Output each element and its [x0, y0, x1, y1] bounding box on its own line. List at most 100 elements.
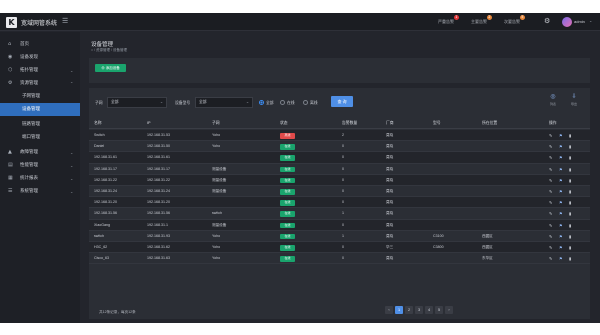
sidebar-item-5[interactable]: 设备管理	[0, 103, 80, 116]
edit-icon[interactable]: ✎	[549, 220, 552, 231]
table-row[interactable]: Switch 192.168.31.53 Yoho 离线 2 莫晓 ✎ ⚑ ▮	[89, 130, 590, 142]
table-row[interactable]: 192.168.31.17 192.168.31.17 测量设备 在线 0 莫晓 ✎ ⚑ ▮	[89, 163, 590, 175]
table-cell: 0	[342, 166, 344, 171]
delete-icon[interactable]: ▮	[569, 242, 571, 253]
next-page-button[interactable]: ›	[445, 306, 453, 314]
sidebar-item-label: 统计报表	[20, 176, 38, 181]
edit-icon[interactable]: ✎	[549, 130, 552, 141]
table-row[interactable]: switch 192.168.31.93 Yoho 在线 1 莫晓 C3100 西翼区 ✎ ⚑ ▮	[89, 230, 590, 242]
prev-page-button[interactable]: ‹	[385, 306, 393, 314]
sidebar-item-3[interactable]: ⚙ 资源管理 ⌃	[0, 77, 80, 90]
view-icon[interactable]: ⚑	[559, 186, 563, 197]
delete-icon[interactable]: ▮	[569, 141, 571, 152]
page-button[interactable]: 2	[405, 306, 413, 314]
edit-icon[interactable]: ✎	[549, 186, 552, 197]
sidebar-item-4[interactable]: 子网管理	[0, 90, 80, 103]
model-select[interactable]: 全部 ⌄	[195, 97, 253, 108]
edit-icon[interactable]: ✎	[549, 231, 552, 242]
view-icon[interactable]: ⚑	[559, 220, 563, 231]
delete-icon[interactable]: ▮	[569, 164, 571, 175]
delete-icon[interactable]: ▮	[569, 253, 571, 264]
sidebar-item-2[interactable]: ⬡ 拓扑管理 ⌄	[0, 64, 80, 77]
sidebar-item-8[interactable]: ▲ 故障管理 ⌄	[0, 146, 80, 159]
view-icon[interactable]: ⚑	[559, 242, 563, 253]
delete-icon[interactable]: ▮	[569, 186, 571, 197]
avatar[interactable]	[562, 17, 572, 27]
critical-alarm-link[interactable]: 严重告警 1	[438, 15, 459, 25]
delete-icon[interactable]: ▮	[569, 175, 571, 186]
sidebar-item-10[interactable]: ▦ 统计报表 ⌄	[0, 172, 80, 185]
sidebar-item-6[interactable]: 链路管理	[0, 118, 80, 131]
minor-alarm-link[interactable]: 次要告警 5	[504, 15, 525, 25]
column-header[interactable]: IP	[147, 118, 151, 129]
delete-icon[interactable]: ▮	[569, 231, 571, 242]
menu-toggle-icon[interactable]: ☰	[62, 17, 68, 25]
column-header[interactable]: 型号	[433, 118, 441, 129]
column-header[interactable]: 名称	[94, 118, 102, 129]
table-row[interactable]: XiaoGang 192.168.31.1 测量设备 在线 0 莫晓 ✎ ⚑ ▮	[89, 219, 590, 231]
delete-icon[interactable]: ▮	[569, 220, 571, 231]
view-icon[interactable]: ⚑	[559, 197, 563, 208]
radio-offline[interactable]	[303, 100, 308, 105]
view-icon[interactable]: ⚑	[559, 130, 563, 141]
major-alarm-link[interactable]: 主要告警 2	[471, 15, 492, 25]
column-header[interactable]: 告警数量	[342, 118, 357, 129]
view-icon[interactable]: ⚑	[559, 152, 563, 163]
column-header[interactable]: 所在位置	[482, 118, 497, 129]
table-row[interactable]: H3C_62 192.168.31.62 Yoho 在线 0 华三 C3800 西翼区 ✎ ⚑ ▮	[89, 242, 590, 254]
page-button[interactable]: 3	[415, 306, 423, 314]
sidebar-item-7[interactable]: 端口管理	[0, 131, 80, 144]
table-row[interactable]: 192.168.31.20 192.168.31.20 在线 0 莫晓 ✎ ⚑ ▮	[89, 197, 590, 209]
page-button[interactable]: 1	[395, 306, 403, 314]
edit-icon[interactable]: ✎	[549, 242, 552, 253]
table-row[interactable]: 192.168.31.22 192.168.31.22 测量设备 在线 0 莫晓 ✎ ⚑ ▮	[89, 174, 590, 186]
table-cell: Daniel	[94, 144, 105, 149]
table-cell: 莫晓	[386, 133, 394, 137]
column-header[interactable]: 厂商	[386, 118, 394, 129]
sidebar-item-1[interactable]: ◉ 设备发现	[0, 51, 80, 64]
sidebar-item-11[interactable]: ☰ 系统管理 ⌄	[0, 185, 80, 198]
table-row[interactable]: Cisco_63 192.168.31.63 Yoho 在线 0 莫晓 东华区 ✎ ⚑ ▮	[89, 253, 590, 265]
page-button[interactable]: 4	[425, 306, 433, 314]
edit-icon[interactable]: ✎	[549, 141, 552, 152]
user-menu-chevron-icon[interactable]: ⌄	[589, 18, 592, 23]
column-header[interactable]: 状态	[280, 118, 288, 129]
column-header[interactable]: 操作	[549, 118, 557, 129]
sidebar-item-label: 性能管理	[20, 163, 38, 168]
username[interactable]: admin	[574, 19, 585, 24]
edit-icon[interactable]: ✎	[549, 253, 552, 264]
radio-online[interactable]	[280, 100, 285, 105]
view-icon[interactable]: ⚑	[559, 164, 563, 175]
delete-icon[interactable]: ▮	[569, 152, 571, 163]
view-icon[interactable]: ⚑	[559, 141, 563, 152]
edit-icon[interactable]: ✎	[549, 164, 552, 175]
sidebar-item-0[interactable]: ⌂ 首页	[0, 38, 80, 51]
page-button[interactable]: 5	[435, 306, 443, 314]
delete-icon[interactable]: ▮	[569, 130, 571, 141]
table-row[interactable]: 192.168.31.24 192.168.31.24 测量设备 在线 0 莫晓 ✎ ⚑ ▮	[89, 186, 590, 198]
edit-icon[interactable]: ✎	[549, 175, 552, 186]
view-icon[interactable]: ⚑	[559, 208, 563, 219]
table-row[interactable]: 192.168.31.61 192.168.31.61 在线 0 莫晓 ✎ ⚑ ▮	[89, 152, 590, 164]
delete-icon[interactable]: ▮	[569, 208, 571, 219]
sidebar-item-label: 系统管理	[20, 189, 38, 194]
sidebar-item-9[interactable]: ▤ 性能管理 ⌄	[0, 159, 80, 172]
list-view-button[interactable]: ◎ 列表	[546, 94, 560, 106]
settings-gear-icon[interactable]: ⚙	[544, 17, 550, 25]
table-row[interactable]: Daniel 192.168.31.50 Yoho 在线 0 莫晓 ✎ ⚑ ▮	[89, 141, 590, 153]
edit-icon[interactable]: ✎	[549, 208, 552, 219]
view-icon[interactable]: ⚑	[559, 231, 563, 242]
table-row[interactable]: 192.168.31.56 192.168.31.56 switch 在线 1 莫晓 ✎ ⚑ ▮	[89, 208, 590, 220]
view-icon[interactable]: ⚑	[559, 253, 563, 264]
delete-icon[interactable]: ▮	[569, 197, 571, 208]
query-button[interactable]: 查 询	[331, 96, 353, 107]
edit-icon[interactable]: ✎	[549, 152, 552, 163]
radio-all[interactable]	[259, 100, 264, 105]
edit-icon[interactable]: ✎	[549, 197, 552, 208]
add-device-button[interactable]: ⊕ 添加设备	[95, 64, 126, 72]
export-button[interactable]: ⇩ 导出	[567, 94, 581, 106]
subnet-select[interactable]: 全部 ⌄	[107, 97, 167, 108]
table-cell: 192.168.31.17	[94, 166, 117, 171]
view-icon[interactable]: ⚑	[559, 175, 563, 186]
column-header[interactable]: 子网	[212, 118, 220, 129]
